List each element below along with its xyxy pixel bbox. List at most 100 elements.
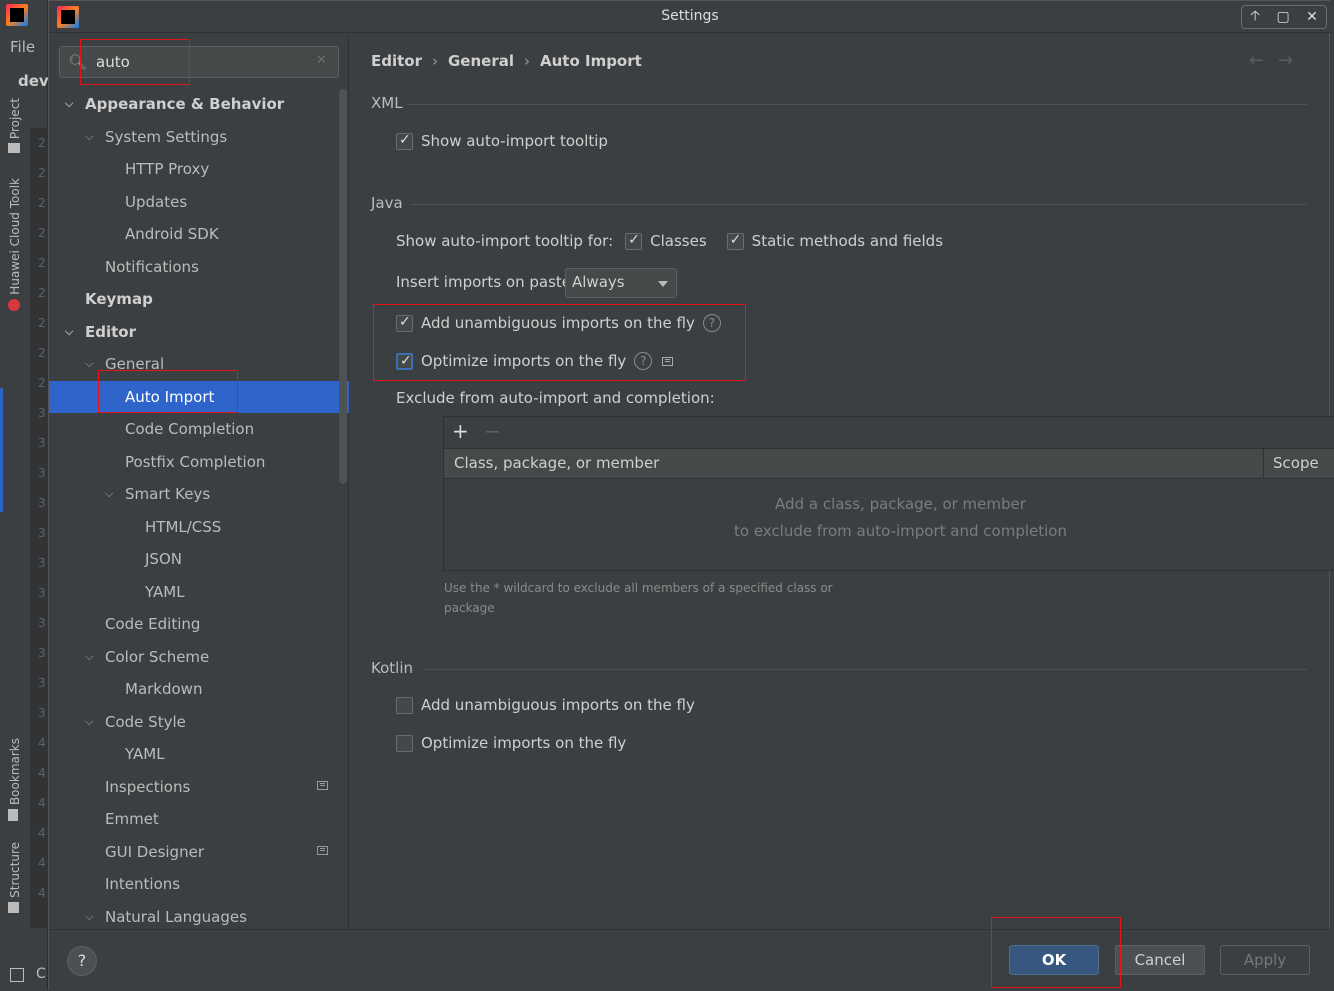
insert-imports-select[interactable]: Always [565,268,677,298]
settings-search-box[interactable]: 🔍︎ ✕ [59,46,339,78]
remove-exclusion-button[interactable]: − [484,419,501,443]
chevron-down-icon[interactable]: ⌵ [105,478,113,510]
tree-item[interactable]: Code Editing [49,608,349,640]
tree-item[interactable]: ⌵ Smart Keys [49,478,349,510]
line-number: 2 [38,196,46,210]
tree-item[interactable]: Postfix Completion [49,446,349,478]
chevron-down-icon[interactable]: ⌵ [85,706,93,738]
java-classes-label: Classes [650,232,707,250]
tree-item[interactable]: HTML/CSS [49,511,349,543]
help-icon[interactable]: ? [634,352,653,370]
tree-item-label: Appearance & Behavior [85,95,285,113]
tree-item-label: HTML/CSS [145,517,222,536]
java-optimize-label: Optimize imports on the fly [421,352,627,370]
tree-item-label: Editor [85,322,136,341]
huawei-cloud-tool-tab[interactable]: Huawei Cloud Toolk [8,178,22,311]
line-number: 3 [38,586,46,600]
tree-item[interactable]: Intentions [49,868,349,900]
section-divider [411,204,1307,205]
tree-scrollbar[interactable] [339,89,347,484]
tree-item[interactable]: Code Completion [49,413,349,445]
project-tool-tab[interactable]: Project [8,98,22,154]
tree-item[interactable]: ⌵ Code Style [49,706,349,738]
help-button[interactable]: ? [67,946,97,976]
kotlin-optimize-option[interactable]: Optimize imports on the fly [396,732,626,754]
tree-item[interactable]: ⌵ Color Scheme [49,641,349,673]
kotlin-optimize-checkbox[interactable] [396,734,413,752]
folder-icon [8,143,20,154]
java-optimize-checkbox[interactable] [396,352,413,370]
tree-item[interactable]: ⌵ General [49,348,349,380]
tree-item[interactable]: JSON [49,543,349,575]
breadcrumb-general[interactable]: General [448,52,514,70]
tree-item[interactable]: ⌵ Editor [49,316,349,348]
chevron-down-icon[interactable]: ⌵ [85,348,93,380]
chevron-down-icon[interactable]: ⌵ [85,901,93,933]
cancel-button[interactable]: Cancel [1115,945,1205,975]
tree-item-label: Postfix Completion [125,452,266,471]
java-static-methods-checkbox[interactable] [726,232,744,250]
back-arrow-icon[interactable]: ← [1249,50,1278,71]
structure-tool-tab[interactable]: Structure [8,842,22,913]
tree-item[interactable]: GUI Designer [49,836,349,868]
java-add-unambiguous-option[interactable]: Add unambiguous imports on the fly ? [396,312,721,334]
wildcard-hint: Use the * wildcard to exclude all member… [444,581,833,615]
add-exclusion-button[interactable]: + [452,419,469,443]
kotlin-add-unambiguous-checkbox[interactable] [396,696,413,714]
kotlin-section-title: Kotlin [371,659,413,677]
file-menu[interactable]: File [10,38,35,56]
java-add-unambiguous-checkbox[interactable] [396,314,413,332]
tree-item[interactable]: ⌵ Appearance & Behavior [49,88,349,120]
tree-item[interactable]: Emmet [49,803,349,835]
panel-toggle-icon[interactable] [10,968,24,982]
title-bar: Settings 🡡 ▢ ✕ [49,1,1331,33]
kotlin-add-unambiguous-label: Add unambiguous imports on the fly [421,696,695,714]
line-number: 4 [38,826,46,840]
tree-item[interactable]: Markdown [49,673,349,705]
tree-item[interactable]: ⌵ Natural Languages [49,901,349,933]
search-input[interactable] [96,52,296,72]
tree-item[interactable]: Keymap [49,283,349,315]
forward-arrow-icon[interactable]: → [1278,50,1307,71]
close-icon[interactable]: ✕ [1306,9,1318,25]
line-number: 3 [38,556,46,570]
tree-item-label: Notifications [105,257,199,276]
bookmarks-tool-tab[interactable]: Bookmarks [8,738,22,822]
apply-button[interactable]: Apply [1220,945,1310,975]
xml-show-tooltip-option[interactable]: Show auto-import tooltip [396,130,608,152]
maximize-icon[interactable]: ▢ [1277,9,1290,25]
tree-item-label: JSON [145,550,182,568]
tree-item[interactable]: Inspections [49,771,349,803]
kotlin-add-unambiguous-option[interactable]: Add unambiguous imports on the fly [396,694,695,716]
tree-item-label: General [105,355,165,373]
java-tooltip-for-label: Show auto-import tooltip for: [396,232,614,250]
huawei-icon [8,298,20,311]
column-header-class[interactable]: Class, package, or member [454,454,659,472]
chevron-down-icon[interactable]: ⌵ [65,316,73,348]
column-header-scope[interactable]: Scope [1273,454,1319,472]
clear-search-icon[interactable]: ✕ [316,53,327,68]
nav-arrows: ←→ [1249,50,1307,71]
chevron-down-icon[interactable]: ⌵ [65,88,73,120]
tree-item-label: Inspections [105,777,191,796]
tree-item[interactable]: Updates [49,186,349,218]
chevron-down-icon[interactable]: ⌵ [85,641,93,673]
tree-item[interactable]: ⌵ System Settings [49,121,349,153]
breadcrumb-separator: › [432,52,438,70]
chevron-down-icon[interactable]: ⌵ [85,121,93,153]
xml-show-tooltip-checkbox[interactable] [396,132,413,150]
help-icon[interactable]: ? [702,314,721,332]
line-number: 3 [38,706,46,720]
tree-item[interactable]: Notifications [49,251,349,283]
tree-item[interactable]: YAML [49,576,349,608]
java-classes-checkbox[interactable] [625,232,643,250]
tree-item[interactable]: HTTP Proxy [49,153,349,185]
java-optimize-option[interactable]: Optimize imports on the fly ? [396,350,674,372]
breadcrumb-editor[interactable]: Editor [371,52,422,70]
breadcrumb-separator: › [524,52,530,70]
tree-item[interactable]: Auto Import [49,380,349,413]
tree-item[interactable]: Android SDK [49,218,349,250]
tree-item[interactable]: YAML [49,738,349,770]
minimize-icon[interactable]: 🡡 [1250,5,1260,29]
ok-button[interactable]: OK [1009,945,1099,975]
